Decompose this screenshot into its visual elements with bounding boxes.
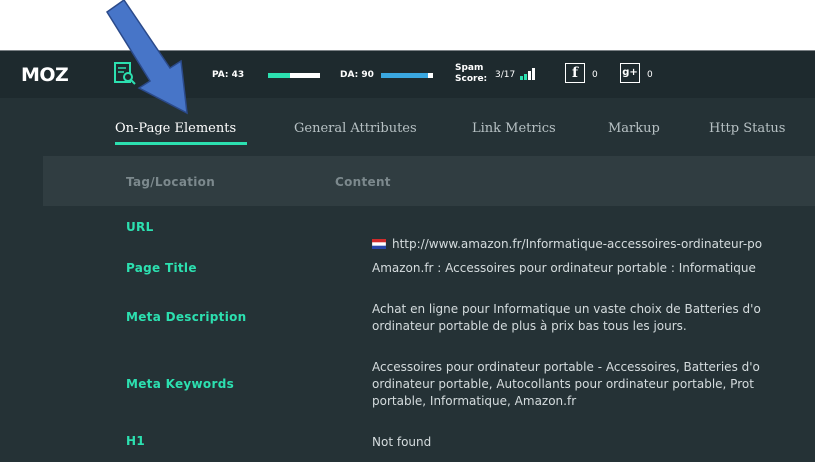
moz-logo[interactable]: MOZ — [21, 64, 69, 86]
url-text[interactable]: http://www.amazon.fr/Informatique-access… — [392, 237, 762, 251]
row-content-meta-description: Achat en ligne pour Informatique un vast… — [372, 302, 761, 333]
tab-on-page-elements[interactable]: On-Page Elements — [115, 121, 236, 136]
facebook-count: 0 — [592, 70, 598, 80]
tab-general-attributes[interactable]: General Attributes — [294, 121, 417, 136]
page-analysis-icon[interactable] — [112, 61, 138, 87]
column-header-content: Content — [335, 175, 391, 189]
tab-link-metrics[interactable]: Link Metrics — [472, 121, 556, 136]
row-label-meta-keywords: Meta Keywords — [126, 377, 235, 391]
row-label-page-title: Page Title — [126, 261, 197, 275]
france-flag-icon — [372, 239, 386, 249]
spam-score-label: Spam Score: — [455, 63, 488, 84]
tab-markup[interactable]: Markup — [608, 121, 660, 136]
da-label: DA: 90 — [340, 70, 374, 80]
pa-label: PA: 43 — [212, 70, 245, 80]
google-plus-icon[interactable]: g+ — [620, 63, 640, 83]
row-content-url: http://www.amazon.fr/Informatique-access… — [372, 219, 815, 253]
row-content-page-title: Amazon.fr : Accessoires pour ordinateur … — [372, 261, 756, 275]
row-label-meta-description: Meta Description — [126, 310, 247, 324]
toolbar: MOZ PA: 43 DA: 90 Spam Score: 3/17 f 0 g… — [0, 51, 815, 98]
da-bar-fill — [381, 73, 428, 78]
row-content-meta-keywords: Accessoires pour ordinateur portable - A… — [372, 360, 760, 408]
spam-score-value: 3/17 — [495, 70, 516, 80]
toolbar-divider — [180, 63, 181, 87]
da-bar — [381, 73, 433, 78]
row-content-h1: Not found — [372, 435, 432, 449]
tab-http-status[interactable]: Http Status — [709, 121, 785, 136]
facebook-icon[interactable]: f — [565, 63, 585, 83]
moz-toolbar-panel: MOZ PA: 43 DA: 90 Spam Score: 3/17 f 0 g… — [0, 50, 815, 462]
spam-signal-icon — [520, 68, 535, 80]
row-label-url: URL — [126, 220, 154, 234]
pa-bar — [268, 73, 320, 78]
column-header-tag-location: Tag/Location — [126, 175, 216, 189]
pa-bar-fill — [268, 73, 291, 78]
active-tab-indicator — [115, 142, 247, 145]
row-label-h1: H1 — [126, 434, 145, 448]
table-header: Tag/Location Content — [43, 156, 815, 206]
google-plus-count: 0 — [647, 70, 653, 80]
